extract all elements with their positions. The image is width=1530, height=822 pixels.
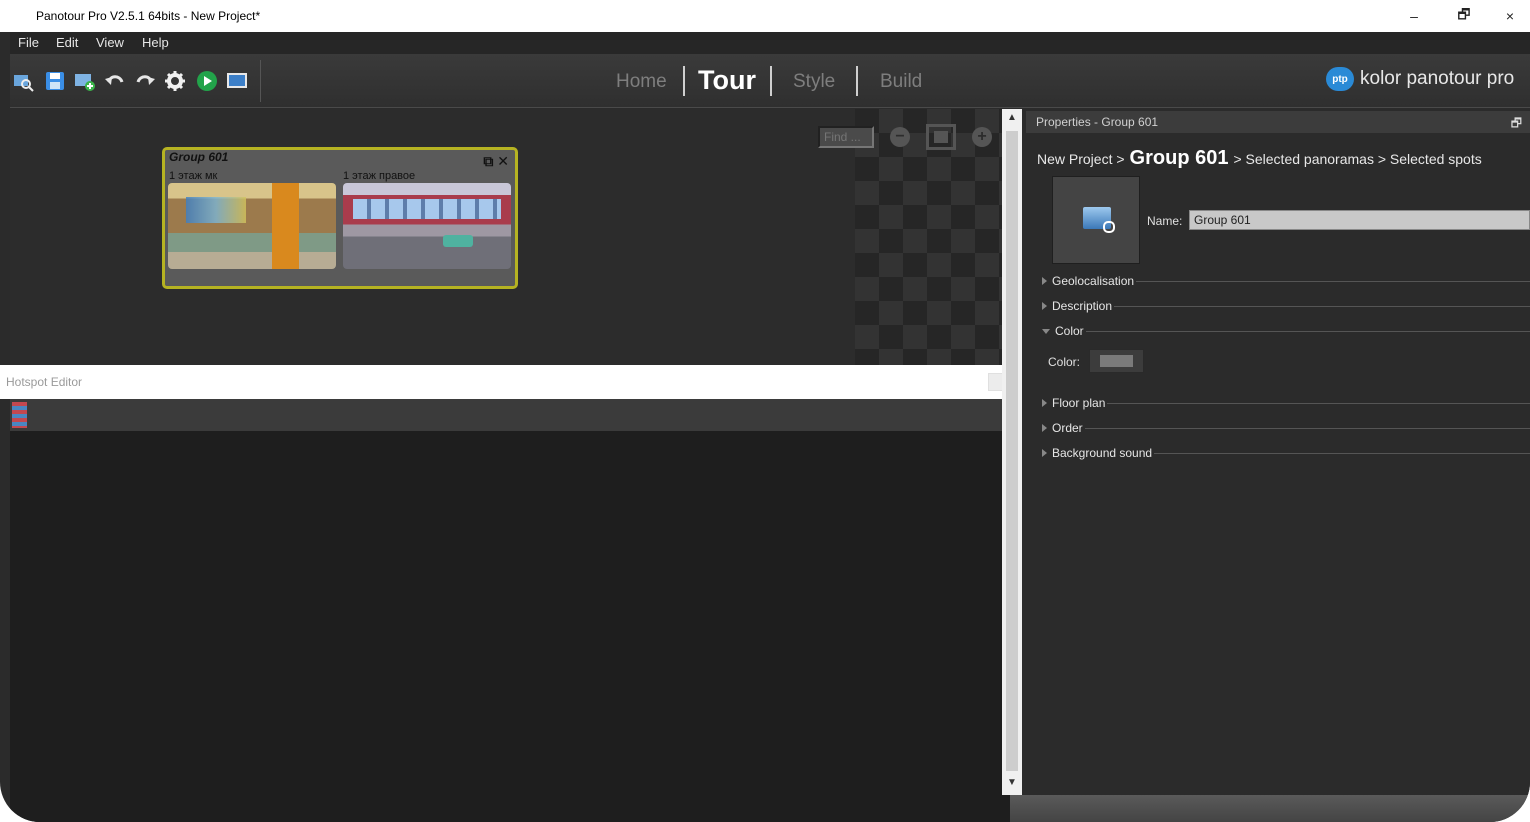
app-window: Panotour Pro V2.5.1 64bits - New Project… — [0, 0, 1530, 822]
tab-separator — [683, 66, 685, 96]
panorama-label: 1 этаж правое — [343, 170, 416, 182]
save-icon[interactable] — [44, 70, 66, 92]
preview-icon[interactable] — [226, 70, 248, 92]
title-bar: Panotour Pro V2.5.1 64bits - New Project… — [0, 0, 1530, 32]
name-label: Name: — [1147, 214, 1183, 228]
redo-icon[interactable] — [134, 70, 156, 92]
tab-build[interactable]: Build — [880, 71, 922, 93]
name-field[interactable] — [1189, 210, 1530, 230]
menu-help[interactable]: Help — [142, 35, 169, 50]
open-project-icon[interactable] — [12, 70, 34, 92]
kolor-logo-icon: ptp — [1326, 67, 1354, 91]
menu-edit[interactable]: Edit — [56, 35, 78, 50]
panorama-strip-icon[interactable] — [12, 402, 27, 428]
toolbar-separator — [260, 60, 261, 102]
section-label: Floor plan — [1052, 396, 1106, 410]
find-input[interactable] — [818, 126, 874, 148]
section-background-sound[interactable]: Background sound — [1042, 446, 1530, 460]
close-button[interactable]: × — [1490, 4, 1530, 28]
window-title: Panotour Pro V2.5.1 64bits - New Project… — [36, 9, 261, 23]
group-folder-icon — [1083, 207, 1115, 233]
settings-icon[interactable] — [164, 70, 186, 92]
close-group-icon[interactable]: ✕ — [497, 153, 509, 169]
section-description[interactable]: Description — [1042, 299, 1530, 313]
hotspot-editor-toolbar — [10, 399, 1010, 431]
divider — [1154, 452, 1530, 454]
zoom-in-button[interactable]: + — [972, 127, 992, 147]
expand-arrow-icon — [1042, 399, 1047, 407]
breadcrumb-current: Group 601 — [1129, 147, 1229, 169]
section-label: Color — [1055, 324, 1084, 338]
section-order[interactable]: Order — [1042, 421, 1530, 435]
divider — [1085, 330, 1530, 332]
expand-arrow-icon — [1042, 277, 1047, 285]
color-picker-button[interactable] — [1089, 349, 1144, 373]
float-panel-icon[interactable]: 🗗 — [1511, 114, 1522, 135]
breadcrumb: New Project > Group 601 > Selected panor… — [1037, 147, 1482, 170]
group-title: Group 601 — [169, 150, 229, 164]
tab-style[interactable]: Style — [793, 71, 835, 93]
section-label: Order — [1052, 421, 1083, 435]
section-color[interactable]: Color — [1042, 324, 1530, 338]
group-controls: ⧉ ✕ — [483, 153, 509, 170]
panorama-thumbnail[interactable] — [168, 183, 336, 269]
scroll-down-icon[interactable]: ▼ — [1006, 777, 1018, 791]
main-toolbar: Home Tour Style Build ptp kolor panotour… — [10, 54, 1530, 108]
hotspot-editor-header: Hotspot Editor — [0, 365, 1010, 399]
expand-arrow-icon — [1042, 424, 1047, 432]
expand-arrow-icon — [1042, 449, 1047, 457]
fit-view-button[interactable] — [926, 124, 956, 150]
collapse-arrow-icon — [1042, 328, 1050, 334]
tab-separator — [770, 66, 772, 96]
zoom-out-button[interactable]: − — [890, 127, 910, 147]
divider — [1084, 427, 1530, 429]
section-label: Description — [1052, 299, 1113, 313]
expand-arrow-icon — [1042, 302, 1047, 310]
section-floor-plan[interactable]: Floor plan — [1042, 396, 1530, 410]
section-label: Geolocalisation — [1052, 274, 1135, 288]
properties-header: Properties - Group 601 🗗 — [1026, 111, 1530, 133]
scroll-up-icon[interactable]: ▲ — [1006, 112, 1018, 126]
brand-name: kolor panotour pro — [1360, 68, 1515, 89]
divider — [1136, 280, 1530, 282]
scrollbar-thumb[interactable] — [1006, 131, 1018, 771]
divider — [1114, 305, 1530, 307]
section-geolocalisation[interactable]: Geolocalisation — [1042, 274, 1530, 288]
group-thumbnail[interactable] — [1052, 176, 1140, 264]
tab-tour[interactable]: Tour — [698, 65, 756, 96]
tour-canvas[interactable]: − + Group 601 ⧉ ✕ 1 этаж мк 1 этаж право… — [10, 109, 1002, 365]
play-icon[interactable] — [196, 70, 218, 92]
divider — [1107, 402, 1530, 404]
tab-separator — [856, 66, 858, 96]
menu-file[interactable]: File — [18, 35, 39, 50]
hotspot-editor-title: Hotspot Editor — [6, 375, 83, 389]
breadcrumb-root[interactable]: New Project > — [1037, 151, 1125, 167]
color-label: Color: — [1048, 355, 1081, 369]
brand: ptp kolor panotour pro — [1326, 64, 1514, 94]
section-label: Background sound — [1052, 446, 1153, 460]
panorama-label: 1 этаж мк — [169, 170, 218, 182]
detach-group-icon[interactable]: ⧉ — [483, 153, 493, 169]
menu-bar: File Edit View Help — [10, 32, 1530, 54]
tab-home[interactable]: Home — [616, 71, 667, 93]
group-card[interactable]: Group 601 ⧉ ✕ 1 этаж мк 1 этаж правое — [162, 147, 518, 289]
status-strip — [1010, 795, 1530, 822]
add-panorama-icon[interactable] — [74, 70, 96, 92]
restore-button[interactable]: 🗗 — [1444, 4, 1484, 28]
properties-panel: Properties - Group 601 🗗 New Project > G… — [1022, 109, 1530, 795]
hotspot-editor-viewport[interactable] — [10, 431, 1010, 822]
menu-view[interactable]: View — [96, 35, 124, 50]
minimize-button[interactable]: – — [1394, 4, 1434, 28]
panorama-thumbnail[interactable] — [343, 183, 511, 269]
undo-icon[interactable] — [104, 70, 126, 92]
breadcrumb-rest[interactable]: > Selected panoramas > Selected spots — [1233, 151, 1481, 167]
properties-title: Properties - Group 601 — [1036, 115, 1159, 129]
vertical-scrollbar[interactable]: ▲ ▼ — [1002, 109, 1022, 795]
